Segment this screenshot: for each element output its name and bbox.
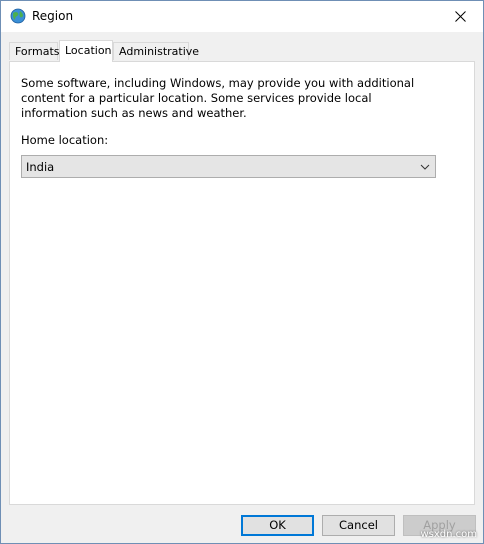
cancel-button-label: Cancel [339,518,378,532]
chevron-down-icon [420,164,430,170]
tab-location-label: Location [65,44,112,57]
location-panel: Some software, including Windows, may pr… [9,61,475,505]
tab-location[interactable]: Location [59,40,113,62]
home-location-select[interactable]: India [21,155,436,178]
watermark: wsxdn.com [420,529,477,540]
close-icon [454,11,466,22]
window-title: Region [32,9,74,23]
tab-administrative[interactable]: Administrative [113,42,199,60]
home-location-value: India [26,160,55,174]
cancel-button[interactable]: Cancel [322,515,395,536]
close-button[interactable] [437,1,483,32]
title-bar[interactable]: Region [1,1,483,32]
tab-formats-label: Formats [15,45,60,58]
region-dialog: Region Formats Location Administrative S… [0,0,484,544]
tab-administrative-label: Administrative [119,45,200,58]
tab-formats[interactable]: Formats [9,42,60,60]
home-location-label: Home location: [21,133,109,147]
ok-button[interactable]: OK [241,515,314,536]
tab-strip: Formats Location Administrative [9,40,475,62]
globe-icon [10,8,26,24]
ok-button-label: OK [269,518,286,532]
location-description: Some software, including Windows, may pr… [21,76,415,120]
